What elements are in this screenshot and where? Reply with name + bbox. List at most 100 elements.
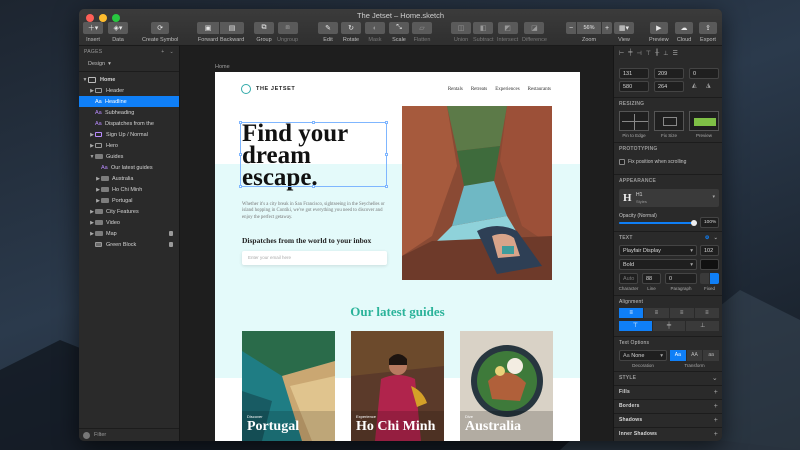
lock-icon[interactable]: [169, 231, 173, 236]
align-text-justify-icon[interactable]: ≡: [694, 308, 719, 318]
chevron-down-icon[interactable]: ⌄: [714, 235, 718, 241]
layer-guides[interactable]: ▼ Guides: [79, 151, 179, 162]
align-center-icon[interactable]: ╪: [628, 50, 632, 57]
data-button[interactable]: ◈▾ Data: [108, 22, 128, 43]
align-bottom-icon[interactable]: ⊥: [663, 50, 668, 57]
layer-header[interactable]: ▶ Header: [79, 85, 179, 96]
line-height-field[interactable]: 88: [642, 273, 661, 284]
opacity-field[interactable]: 100%: [700, 217, 719, 228]
cloud-button[interactable]: ☁ Cloud: [675, 22, 693, 43]
resize-handle[interactable]: [312, 185, 315, 188]
zoom-in-icon[interactable]: +: [602, 22, 612, 34]
layer-subheading[interactable]: Aa Subheading: [79, 107, 179, 118]
fix-scroll-checkbox[interactable]: [619, 159, 625, 165]
hero-image[interactable]: [402, 106, 552, 280]
resize-handle[interactable]: [385, 185, 388, 188]
add-border-icon[interactable]: +: [714, 403, 718, 410]
nav-rentals[interactable]: Rentals: [448, 87, 463, 92]
layer-portugal[interactable]: ▶ Portugal: [79, 195, 179, 206]
forward-button[interactable]: ▣ Forward: [197, 22, 219, 43]
layer-hero[interactable]: ▶ Hero: [79, 140, 179, 151]
font-size-field[interactable]: 102: [700, 245, 719, 256]
export-button[interactable]: ⇪ Export: [699, 22, 717, 43]
layer-australia[interactable]: ▶ Australia: [79, 173, 179, 184]
transform-uppercase-button[interactable]: AA: [686, 350, 703, 361]
fixed-width-button[interactable]: [710, 273, 719, 284]
align-text-right-icon[interactable]: ≡: [669, 308, 694, 318]
subtract-button[interactable]: ◧ Subtract: [473, 22, 493, 43]
font-family-select[interactable]: Playfair Display ▾: [619, 245, 697, 256]
dispatches-text[interactable]: Dispatches from the world to your inbox: [242, 236, 371, 245]
lock-icon[interactable]: [169, 242, 173, 247]
layer-map[interactable]: ▶ Map: [79, 228, 179, 239]
decoration-select[interactable]: Aa None ▾: [619, 350, 667, 361]
edit-button[interactable]: ✎ Edit: [318, 22, 338, 43]
zoom-out-icon[interactable]: −: [566, 22, 576, 34]
paragraph-spacing-field[interactable]: 0: [665, 273, 697, 284]
layer-headline[interactable]: Aa Headline: [79, 96, 179, 107]
add-fill-icon[interactable]: +: [714, 389, 718, 396]
group-button[interactable]: ⧉ Group: [254, 22, 274, 43]
character-spacing-field[interactable]: Auto: [619, 273, 638, 284]
artboard-home[interactable]: THE JETSET Rentals Retreats Experiences …: [215, 72, 580, 441]
fix-size-control[interactable]: [654, 111, 684, 131]
layer-video[interactable]: ▶ Video: [79, 217, 179, 228]
preview-button[interactable]: ▶ Preview: [649, 22, 669, 43]
align-middle-icon[interactable]: ╫: [655, 50, 659, 57]
layer-green-block[interactable]: Green Block: [79, 239, 179, 250]
nav-restaurants[interactable]: Restaurants: [528, 87, 551, 92]
align-right-icon[interactable]: ⊣: [637, 50, 642, 57]
opacity-slider-track[interactable]: [619, 220, 697, 226]
distribute-icon[interactable]: ☰: [672, 50, 677, 57]
backward-button[interactable]: ▤ Backward: [220, 22, 244, 43]
guide-card-portugal[interactable]: Discover Portugal: [242, 331, 335, 441]
width-field[interactable]: 580: [619, 81, 649, 92]
ungroup-button[interactable]: ⧈ Ungroup: [277, 22, 298, 43]
collapse-pages-icon[interactable]: ⌄: [170, 49, 175, 55]
resize-handle[interactable]: [239, 185, 242, 188]
resize-handle[interactable]: [239, 153, 242, 156]
insert-button[interactable]: ＋▾ Insert: [83, 22, 103, 43]
union-button[interactable]: ◫ Union: [451, 22, 471, 43]
canvas[interactable]: Home THE JETSET Rentals Retreats Experie…: [180, 46, 613, 441]
site-logo[interactable]: THE JETSET: [241, 84, 295, 94]
create-symbol-button[interactable]: ⟳ Create Symbol: [142, 22, 178, 43]
flip-vertical-icon[interactable]: ◮: [706, 82, 711, 89]
valign-bottom-icon[interactable]: ⊥: [686, 321, 720, 331]
nav-experiences[interactable]: Experiences: [495, 87, 519, 92]
nav-retreats[interactable]: Retreats: [471, 87, 487, 92]
add-inner-shadow-icon[interactable]: +: [714, 431, 718, 438]
flip-horizontal-icon[interactable]: ◭: [692, 82, 697, 89]
page-selector[interactable]: Design ▾: [79, 58, 179, 69]
guide-card-australia[interactable]: Dive Australia: [460, 331, 553, 441]
difference-button[interactable]: ◪ Difference: [522, 22, 547, 43]
layer-artboard-home[interactable]: ▼ Home: [79, 74, 179, 85]
add-shadow-icon[interactable]: +: [714, 417, 718, 424]
our-latest-guides-heading[interactable]: Our latest guides: [215, 304, 580, 320]
mask-button[interactable]: ◐ Mask: [365, 22, 385, 43]
layer-our-latest-guides[interactable]: Aa Our latest guides: [79, 162, 179, 173]
scale-button[interactable]: ⤡ Scale: [389, 22, 409, 43]
font-weight-select[interactable]: Bold ▾: [619, 259, 697, 270]
artboard-label[interactable]: Home: [215, 64, 230, 70]
resize-handle[interactable]: [385, 121, 388, 124]
align-text-left-icon[interactable]: ≡: [619, 308, 644, 318]
view-button[interactable]: ▦▾ View: [614, 22, 634, 43]
rotate-button[interactable]: ↻ Rotate: [341, 22, 361, 43]
flatten-button[interactable]: ▱ Flatten: [412, 22, 432, 43]
chevron-down-icon[interactable]: ⌄: [712, 374, 718, 382]
subheading-text[interactable]: Whether it's a city break in San Francis…: [242, 202, 387, 221]
layer-ho-chi-minh[interactable]: ▶ Ho Chi Minh: [79, 184, 179, 195]
height-field[interactable]: 264: [654, 81, 684, 92]
auto-width-button[interactable]: [700, 273, 709, 284]
layer-city-features[interactable]: ▶ City Features: [79, 206, 179, 217]
email-field[interactable]: Enter your email here: [242, 251, 387, 265]
layer-dispatches[interactable]: Aa Dispatches from the: [79, 118, 179, 129]
resize-handle[interactable]: [312, 121, 315, 124]
guide-card-ho-chi-minh[interactable]: Experience Ho Chi Minh: [351, 331, 444, 441]
align-text-center-icon[interactable]: ≡: [644, 308, 669, 318]
pin-to-edge-control[interactable]: [619, 111, 649, 131]
opacity-slider-thumb[interactable]: [691, 220, 697, 226]
x-field[interactable]: 131: [619, 68, 649, 79]
y-field[interactable]: 209: [654, 68, 684, 79]
